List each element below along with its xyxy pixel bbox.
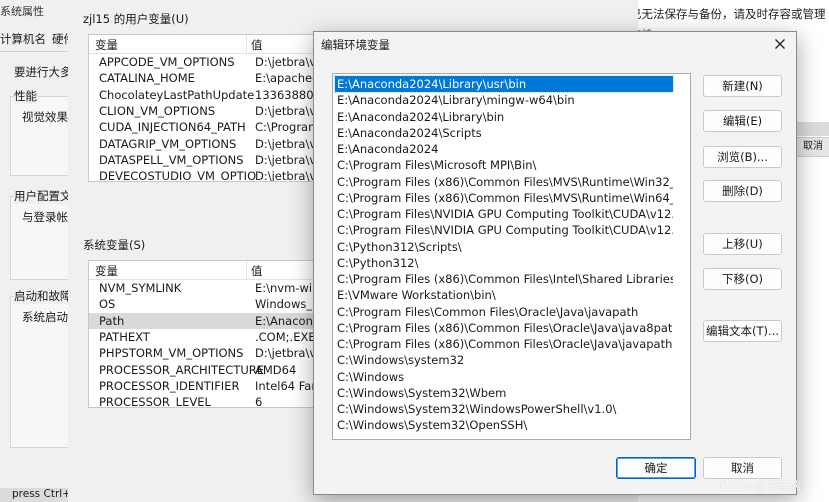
system-vars-title: 系统变量(S) xyxy=(83,238,146,252)
path-list-item[interactable]: E:\Anaconda2024 xyxy=(335,141,673,157)
variable-name: ChocolateyLastPathUpdate xyxy=(99,87,255,102)
admin-note: 要进行大多 xyxy=(14,65,69,79)
path-list-item[interactable]: C:\Program Files (x86)\Common Files\MVS\… xyxy=(335,174,673,190)
user-profile-desc: 与登录帐 xyxy=(22,210,68,224)
variable-value: AMD64 xyxy=(255,362,297,377)
variable-name: PROCESSOR_IDENTIFIER xyxy=(99,378,240,393)
background-cancel-button[interactable]: 取消 xyxy=(795,137,829,157)
path-list-item[interactable]: E:\Anaconda2024\Library\mingw-w64\bin xyxy=(335,92,673,108)
path-list-item[interactable]: E:\Anaconda2024\Scripts xyxy=(335,125,673,141)
variable-name: APPCODE_VM_OPTIONS xyxy=(99,55,235,69)
system-properties-window: 系统属性 计算机名硬件 要进行大多 性能 视觉效果 用户配置文 与登录帐 启动和… xyxy=(0,0,69,502)
startup-desc: 系统启动 xyxy=(22,310,68,324)
variable-name: CATALINA_HOME xyxy=(99,71,195,86)
path-list-item[interactable]: C:\Program Files (x86)\Common Files\Orac… xyxy=(335,336,673,352)
variable-name: CUDA_INJECTION64_PATH xyxy=(99,120,246,135)
dialog-title: 编辑环境变量 xyxy=(321,38,390,52)
cancel-button[interactable]: 取消 xyxy=(703,457,782,479)
path-list-item[interactable]: E:\VMware Workstation\bin\ xyxy=(335,287,673,303)
tab-hardware[interactable]: 硬件 xyxy=(52,32,68,46)
delete-button[interactable]: 删除(D) xyxy=(703,180,782,202)
path-list-item[interactable]: C:\Python312\Scripts\ xyxy=(335,239,673,255)
system-properties-tabs: 计算机名硬件 xyxy=(0,31,68,52)
performance-group xyxy=(10,96,68,176)
col-value-header[interactable]: 值 xyxy=(251,263,263,279)
edit-button[interactable]: 编辑(E) xyxy=(703,110,782,132)
background-notice-text: 已无法保存与备份，请及时存容或管理 xyxy=(630,7,826,21)
path-list-item[interactable]: C:\Windows\System32\Wbem xyxy=(335,385,673,401)
variable-name: PROCESSOR_ARCHITECTURE xyxy=(99,362,265,377)
variable-name: Path xyxy=(99,313,125,328)
tab-computer-name[interactable]: 计算机名 xyxy=(0,32,46,46)
system-properties-title: 系统属性 xyxy=(0,5,44,18)
performance-label: 性能 xyxy=(14,88,37,104)
path-list-item[interactable]: C:\Python312\ xyxy=(335,255,673,271)
variable-name: NVM_SYMLINK xyxy=(99,281,182,295)
ok-button[interactable]: 确定 xyxy=(616,457,696,479)
user-vars-title: zjl15 的用户变量(U) xyxy=(83,12,189,26)
path-list-item[interactable]: C:\Program Files\NVIDIA GPU Computing To… xyxy=(335,206,673,222)
keyboard-hint: press Ctrl+ xyxy=(0,488,68,502)
move-down-button[interactable]: 下移(O) xyxy=(703,268,782,290)
edit-env-var-dialog: 编辑环境变量 E:\Anaconda2024\Library\usr\bin E:… xyxy=(313,31,797,495)
close-icon[interactable] xyxy=(772,36,788,52)
browse-button[interactable]: 浏览(B)... xyxy=(703,146,782,168)
path-list-item[interactable]: C:\Program Files (x86)\Common Files\Inte… xyxy=(335,271,673,287)
path-list-item[interactable]: C:\Program Files\Common Files\Oracle\Jav… xyxy=(335,304,673,320)
variable-name: DATAGRIP_VM_OPTIONS xyxy=(99,136,237,151)
variable-name: DATASPELL_VM_OPTIONS xyxy=(99,152,244,167)
path-list-item[interactable]: C:\Windows\System32\OpenSSH\ xyxy=(335,417,673,433)
col-variable-header[interactable]: 变量 xyxy=(95,263,118,279)
move-up-button[interactable]: 上移(U) xyxy=(703,233,782,255)
path-list[interactable]: E:\Anaconda2024\Library\usr\bin E:\Anacon… xyxy=(332,73,691,440)
path-list-item[interactable]: E:\Anaconda2024\Library\bin xyxy=(335,109,673,125)
variable-name: PROCESSOR_LEVEL xyxy=(99,395,211,408)
path-list-item[interactable]: E:\Anaconda2024\Library\usr\bin xyxy=(334,74,674,94)
path-list-item[interactable]: C:\Windows\System32\WindowsPowerShell\v1… xyxy=(335,401,673,417)
performance-desc: 视觉效果 xyxy=(22,110,68,124)
csdn-watermark: CSDN @张蓝瑞 xyxy=(718,479,801,493)
user-profile-label: 用户配置文 xyxy=(14,188,68,204)
path-list-item[interactable]: C:\Windows\system32 xyxy=(335,352,673,368)
variable-name: PATHEXT xyxy=(99,329,150,344)
background-bar xyxy=(795,122,829,136)
path-list-item[interactable]: C:\Program Files (x86)\Common Files\Orac… xyxy=(335,320,673,336)
path-list-item[interactable]: C:\Program Files (x86)\Common Files\MVS\… xyxy=(335,190,673,206)
variable-value: 6 xyxy=(255,395,263,408)
variable-name: OS xyxy=(99,297,116,312)
col-variable-header[interactable]: 变量 xyxy=(95,37,118,53)
path-list-item[interactable]: C:\Windows xyxy=(335,369,673,385)
path-list-item[interactable]: C:\Program Files\NVIDIA GPU Computing To… xyxy=(335,222,673,238)
variable-name: PHPSTORM_VM_OPTIONS xyxy=(99,346,244,361)
variable-name: CLION_VM_OPTIONS xyxy=(99,103,216,118)
variable-name: DEVECOSTUDIO_VM_OPTIO xyxy=(99,169,257,182)
edit-text-button[interactable]: 编辑文本(T)... xyxy=(703,320,782,342)
path-list-item[interactable]: C:\Program Files\Microsoft MPI\Bin\ xyxy=(335,157,673,173)
startup-label: 启动和故障 xyxy=(14,288,68,304)
new-button[interactable]: 新建(N) xyxy=(703,75,782,97)
col-value-header[interactable]: 值 xyxy=(251,37,263,53)
